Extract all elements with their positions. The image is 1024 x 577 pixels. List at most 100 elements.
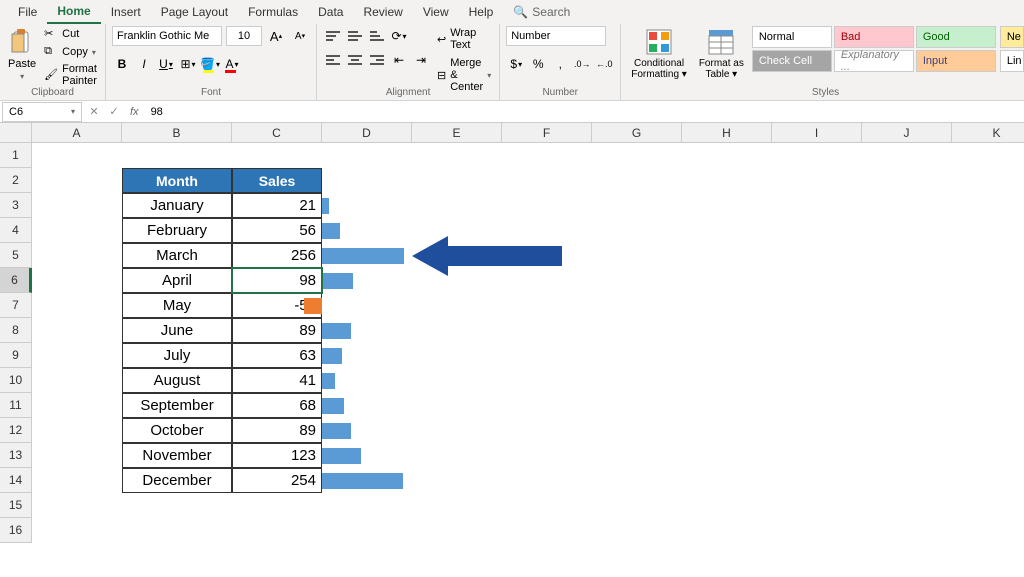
tab-formulas[interactable]: Formulas [238, 1, 308, 23]
row-header-4[interactable]: 4 [0, 218, 32, 243]
row-header-2[interactable]: 2 [0, 168, 32, 193]
column-header-A[interactable]: A [32, 123, 122, 143]
font-name-select[interactable] [112, 26, 222, 46]
spreadsheet-grid[interactable]: ABCDEFGHIJK 12345678910111213141516 Mont… [0, 123, 1024, 577]
column-header-D[interactable]: D [322, 123, 412, 143]
number-format-select[interactable] [506, 26, 606, 46]
align-top-button[interactable] [323, 26, 343, 46]
increase-decimal-button[interactable]: .0→ [572, 54, 592, 74]
row-header-7[interactable]: 7 [0, 293, 32, 318]
table-row-month[interactable]: December [122, 468, 232, 493]
tab-insert[interactable]: Insert [101, 1, 151, 23]
table-row-month[interactable]: October [122, 418, 232, 443]
align-center-button[interactable] [345, 50, 365, 70]
name-box[interactable]: C6 ▾ [2, 102, 82, 122]
row-header-8[interactable]: 8 [0, 318, 32, 343]
cell-style-check-cell[interactable]: Check Cell [752, 50, 832, 72]
cell-style-input[interactable]: Input [916, 50, 996, 72]
column-header-H[interactable]: H [682, 123, 772, 143]
select-all-corner[interactable] [0, 123, 32, 143]
table-row-sales[interactable]: 123 [232, 443, 322, 468]
fill-color-button[interactable]: 🪣▾ [200, 54, 220, 74]
table-row-month[interactable]: August [122, 368, 232, 393]
paste-button[interactable]: Paste ▾ [6, 26, 38, 83]
row-header-14[interactable]: 14 [0, 468, 32, 493]
column-header-G[interactable]: G [592, 123, 682, 143]
border-button[interactable]: ⊞▾ [178, 54, 198, 74]
format-painter-button[interactable]: 🖌 Format Painter [42, 62, 99, 88]
cell-style-bad[interactable]: Bad [834, 26, 914, 48]
format-as-table-button[interactable]: Format as Table ▾ [695, 26, 748, 82]
table-row-sales[interactable]: 68 [232, 393, 322, 418]
table-row-sales[interactable]: 256 [232, 243, 322, 268]
cell-style-good[interactable]: Good [916, 26, 996, 48]
align-left-button[interactable] [323, 50, 343, 70]
italic-button[interactable]: I [134, 54, 154, 74]
tab-page-layout[interactable]: Page Layout [151, 1, 238, 23]
font-color-button[interactable]: A▾ [222, 54, 242, 74]
table-row-sales[interactable]: 89 [232, 418, 322, 443]
decrease-decimal-button[interactable]: ←.0 [594, 54, 614, 74]
table-row-month[interactable]: April [122, 268, 232, 293]
wrap-text-button[interactable]: ↩ Wrap Text [435, 26, 493, 52]
align-bottom-button[interactable] [367, 26, 387, 46]
table-row-sales[interactable]: 21 [232, 193, 322, 218]
conditional-formatting-button[interactable]: Conditional Formatting ▾ [627, 26, 691, 82]
cell-style-explanatory-[interactable]: Explanatory ... [834, 50, 914, 72]
table-row-month[interactable]: January [122, 193, 232, 218]
row-header-9[interactable]: 9 [0, 343, 32, 368]
column-header-C[interactable]: C [232, 123, 322, 143]
increase-indent-button[interactable]: ⇥ [411, 50, 431, 70]
column-header-F[interactable]: F [502, 123, 592, 143]
table-row-month[interactable]: July [122, 343, 232, 368]
column-header-E[interactable]: E [412, 123, 502, 143]
table-row-sales[interactable]: 89 [232, 318, 322, 343]
row-header-16[interactable]: 16 [0, 518, 32, 543]
decrease-indent-button[interactable]: ⇤ [389, 50, 409, 70]
table-row-month[interactable]: February [122, 218, 232, 243]
tab-help[interactable]: Help [459, 1, 504, 23]
tab-view[interactable]: View [413, 1, 459, 23]
table-row-sales[interactable]: 98 [232, 268, 322, 293]
comma-button[interactable]: , [550, 54, 570, 74]
row-header-11[interactable]: 11 [0, 393, 32, 418]
orientation-button[interactable]: ⟳▾ [389, 26, 409, 46]
fx-icon[interactable]: fx [124, 106, 145, 118]
tab-review[interactable]: Review [353, 1, 412, 23]
table-row-sales[interactable]: 254 [232, 468, 322, 493]
row-header-3[interactable]: 3 [0, 193, 32, 218]
tab-data[interactable]: Data [308, 1, 353, 23]
cell-style-extra[interactable]: Ne [1000, 26, 1024, 48]
row-header-12[interactable]: 12 [0, 418, 32, 443]
tab-home[interactable]: Home [47, 0, 100, 24]
table-row-sales[interactable]: 63 [232, 343, 322, 368]
row-header-6[interactable]: 6 [0, 268, 32, 293]
column-header-B[interactable]: B [122, 123, 232, 143]
formula-input[interactable] [145, 106, 1024, 118]
underline-button[interactable]: U▾ [156, 54, 176, 74]
currency-button[interactable]: $▾ [506, 54, 526, 74]
row-header-1[interactable]: 1 [0, 143, 32, 168]
row-header-15[interactable]: 15 [0, 493, 32, 518]
search-box[interactable]: 🔍 Search [503, 1, 580, 23]
cancel-formula-button[interactable]: ✕ [84, 105, 104, 118]
table-row-month[interactable]: June [122, 318, 232, 343]
row-header-10[interactable]: 10 [0, 368, 32, 393]
table-row-month[interactable]: November [122, 443, 232, 468]
cell-styles-gallery[interactable]: NormalBadGood Check CellExplanatory ...In… [752, 26, 996, 72]
cell-style-normal[interactable]: Normal [752, 26, 832, 48]
column-header-J[interactable]: J [862, 123, 952, 143]
percent-button[interactable]: % [528, 54, 548, 74]
tab-file[interactable]: File [8, 1, 47, 23]
decrease-font-button[interactable]: A▾ [290, 26, 310, 46]
table-row-month[interactable]: May [122, 293, 232, 318]
cell-style-extra[interactable]: Lin [1000, 50, 1024, 72]
table-row-sales[interactable]: 56 [232, 218, 322, 243]
table-header-month[interactable]: Month [122, 168, 232, 193]
bold-button[interactable]: B [112, 54, 132, 74]
copy-button[interactable]: ⧉ Copy ▾ [42, 44, 99, 60]
table-row-month[interactable]: September [122, 393, 232, 418]
row-header-5[interactable]: 5 [0, 243, 32, 268]
enter-formula-button[interactable]: ✓ [104, 105, 124, 118]
align-middle-button[interactable] [345, 26, 365, 46]
